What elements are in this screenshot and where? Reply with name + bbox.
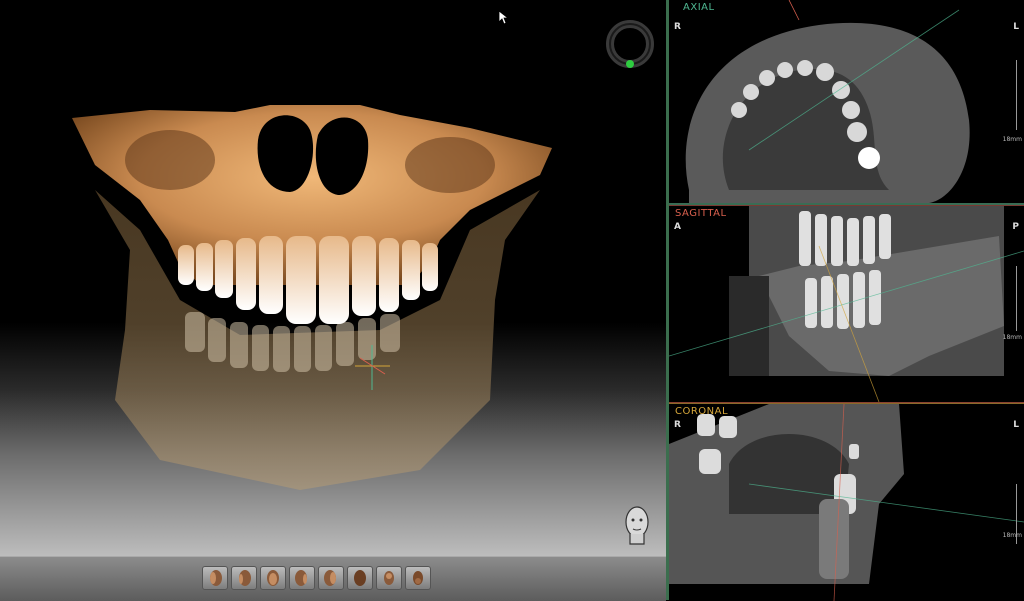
coronal-view-panel[interactable]: CORONAL R L 18mm (669, 403, 1024, 601)
view-left-button[interactable] (289, 566, 315, 590)
sagittal-left-orientation: A (674, 222, 681, 232)
sagittal-right-orientation: P (1012, 222, 1019, 232)
sagittal-scale-bar (1016, 266, 1020, 331)
rotation-ring-icon[interactable] (604, 20, 656, 72)
axial-view-panel[interactable]: AXIAL R L 18mm (669, 0, 1024, 205)
head-orientation-icon[interactable] (622, 504, 652, 548)
head-left-icon (295, 570, 307, 586)
axial-left-orientation: R (674, 22, 681, 32)
head-right-icon (239, 570, 251, 586)
sagittal-slice-image (669, 206, 1024, 402)
axial-scale-bar (1016, 60, 1020, 130)
view-preset-buttons (202, 566, 431, 590)
sagittal-scale-label: 18mm (1002, 334, 1022, 341)
head-bottom-icon (413, 571, 423, 585)
coronal-slice-image (669, 404, 1024, 601)
head-right-oblique-icon (210, 570, 222, 586)
head-top-icon (384, 571, 394, 585)
sagittal-label: SAGITTAL (675, 208, 727, 219)
coronal-label: CORONAL (675, 406, 729, 417)
view-right-oblique-button[interactable] (202, 566, 228, 590)
view-left-oblique-button[interactable] (318, 566, 344, 590)
arrow-cursor-icon (499, 11, 509, 25)
view-bottom-button[interactable] (405, 566, 431, 590)
head-back-icon (354, 570, 366, 586)
view-top-button[interactable] (376, 566, 402, 590)
view-front-button[interactable] (260, 566, 286, 590)
coronal-right-orientation: L (1013, 420, 1019, 430)
axial-right-orientation: L (1013, 22, 1019, 32)
volume-render-viewport[interactable] (0, 0, 666, 556)
axial-scale-label: 18mm (1002, 136, 1022, 143)
skull-3d-render (72, 105, 552, 490)
coronal-left-orientation: R (674, 420, 681, 430)
head-front-icon (267, 570, 279, 586)
view-right-button[interactable] (231, 566, 257, 590)
axial-label: AXIAL (683, 2, 715, 13)
axial-slice-image (669, 0, 1024, 203)
view-back-button[interactable] (347, 566, 373, 590)
sagittal-view-panel[interactable]: SAGITTAL A P 18mm (669, 205, 1024, 404)
head-left-oblique-icon (324, 570, 336, 586)
coronal-scale-label: 18mm (1002, 532, 1022, 539)
